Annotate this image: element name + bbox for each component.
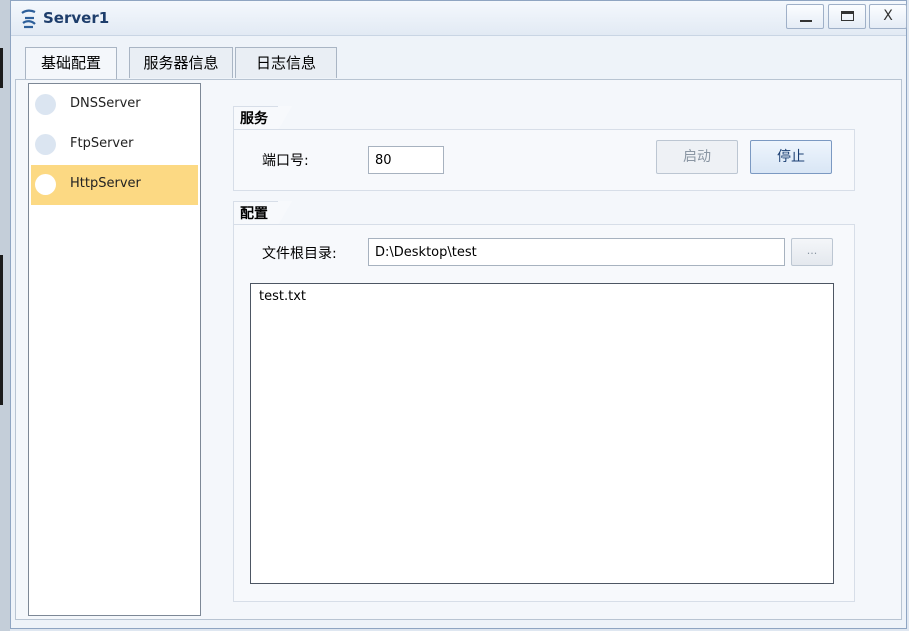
server-status-icon (35, 174, 56, 195)
service-group-title: 服务 (233, 106, 292, 130)
sidebar-item-ftpserver[interactable]: FtpServer (31, 125, 198, 165)
title-bar[interactable]: Server1 X (11, 1, 907, 36)
server-window: Server1 X 基础配置 服务器信息 日志信息 DNSServer FtpS… (10, 0, 907, 629)
sidebar-item-label: FtpServer (70, 136, 134, 151)
service-group: 端口号: 启动 停止 (233, 129, 855, 191)
tab-basic-config[interactable]: 基础配置 (25, 47, 117, 80)
sidebar-item-label: DNSServer (70, 96, 141, 111)
server-status-icon (35, 134, 56, 155)
close-button[interactable]: X (869, 4, 907, 29)
browse-button[interactable]: ... (791, 238, 833, 266)
background-desktop-edge (0, 0, 10, 631)
root-dir-input[interactable] (368, 238, 785, 266)
config-group-title: 配置 (233, 201, 292, 225)
start-button[interactable]: 启动 (656, 140, 738, 174)
minimize-button[interactable] (786, 4, 824, 29)
sidebar-item-httpserver[interactable]: HttpServer (31, 165, 198, 205)
server-status-icon (35, 94, 56, 115)
stop-button[interactable]: 停止 (750, 140, 832, 174)
maximize-button[interactable] (828, 4, 866, 29)
minimize-icon (800, 20, 812, 22)
sidebar-item-dnsserver[interactable]: DNSServer (31, 85, 198, 125)
port-label: 端口号: (262, 153, 309, 169)
file-list[interactable]: test.txt (250, 283, 834, 584)
maximize-icon (841, 11, 854, 21)
server-app-icon (21, 9, 36, 29)
window-title: Server1 (43, 9, 110, 27)
port-input[interactable] (368, 146, 444, 174)
file-list-item[interactable]: test.txt (259, 289, 306, 304)
tab-log-info[interactable]: 日志信息 (235, 47, 337, 78)
server-type-list: DNSServer FtpServer HttpServer (28, 83, 201, 616)
root-dir-label: 文件根目录: (262, 246, 337, 262)
tab-server-info[interactable]: 服务器信息 (129, 47, 233, 78)
desktop-edge-block (0, 48, 3, 88)
sidebar-item-label: HttpServer (70, 176, 141, 191)
desktop-edge-block (0, 255, 3, 405)
close-icon: X (883, 8, 893, 24)
